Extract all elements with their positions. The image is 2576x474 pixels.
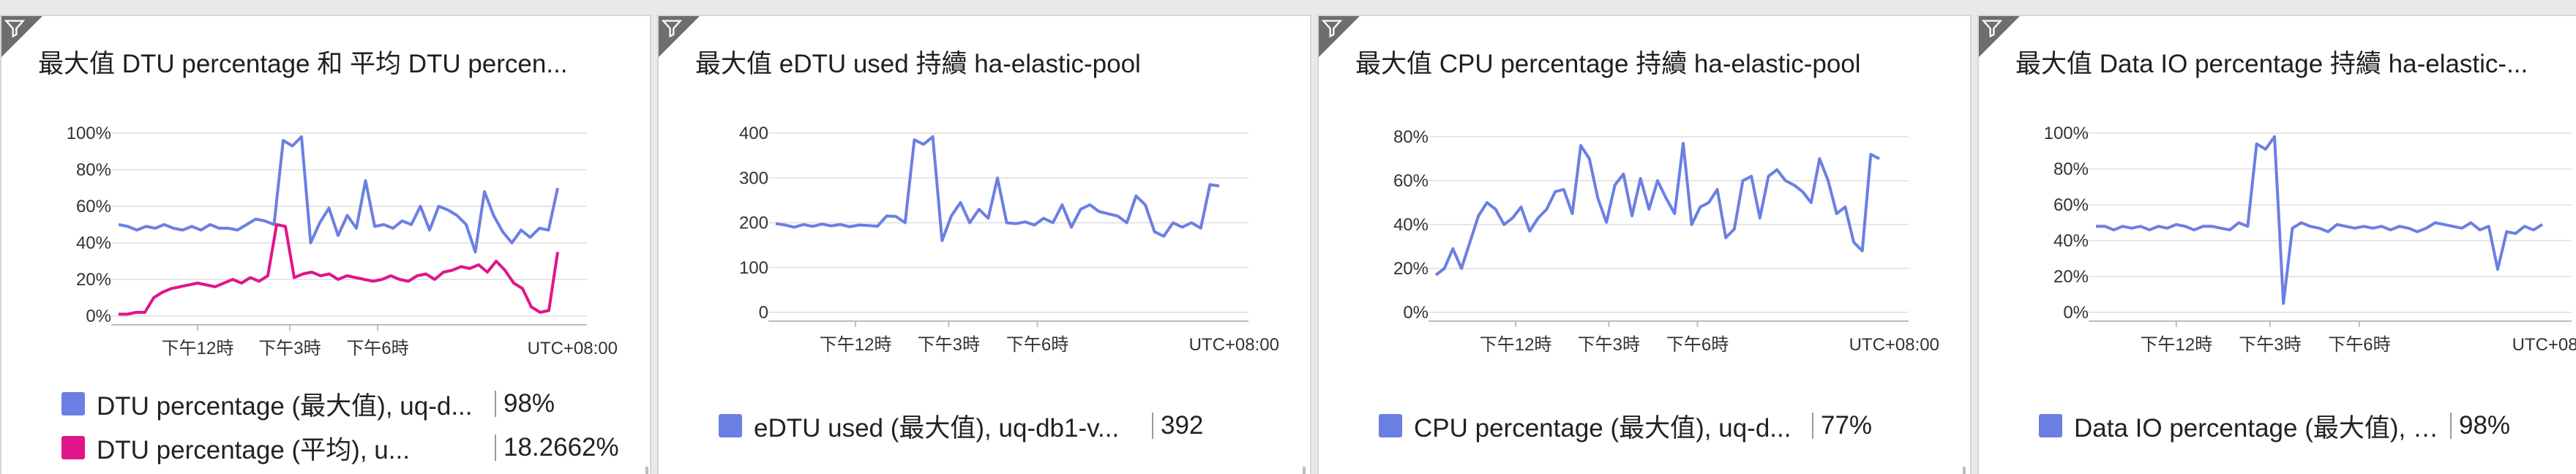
y-tick-label: 20% [1393,259,1429,279]
legend-value: 18.2662% [503,433,619,462]
legend-item[interactable]: CPU percentage (最大值), uq-d... 77% [1379,407,1963,444]
tile-title[interactable]: 最大值 DTU percentage 和 平均 DTU percen... [38,48,635,80]
filter-icon[interactable] [662,18,682,39]
tile-title[interactable]: 最大值 CPU percentage 持續 ha-elastic-pool [1355,48,1955,80]
legend-item[interactable]: eDTU used (最大值), uq-db1-v... 392 [719,407,1303,444]
legend-divider [1812,413,1813,439]
resize-handle[interactable] [1963,467,1966,474]
x-tick-label: 下午12時 [2140,335,2212,355]
legend-item[interactable]: DTU percentage (平均), u... 18.2662% [61,429,643,466]
y-tick-label: 0% [2063,303,2089,323]
y-tick-label: 0% [86,306,111,326]
series-line [1434,142,1880,276]
legend-series-name: DTU percentage (平均), u... [97,435,410,464]
x-tick-label: 下午12時 [162,339,234,358]
legend-value: 77% [1821,411,1873,440]
edtu-line-chart[interactable]: 400 300 200 100 0 下午12時 下午3時 下午6時 UTC+08:00 [659,111,1313,360]
legend-divider [1152,413,1153,439]
x-tick-label: 下午3時 [258,339,321,358]
legend-divider [495,391,496,417]
x-tick-label: 下午6時 [1666,335,1729,355]
legend-swatch [2039,414,2062,437]
y-tick-label: 100% [67,124,111,143]
dashboard-tile-cpu[interactable]: 最大值 CPU percentage 持續 ha-elastic-pool 80… [1317,15,1972,474]
filter-icon[interactable] [4,18,25,39]
legend-value: 392 [1161,411,1204,440]
y-tick-label: 60% [2053,195,2089,215]
x-tick-label: 下午3時 [2239,335,2301,355]
x-tick-label: 下午6時 [1006,335,1068,355]
x-tick-label: 下午6時 [346,339,408,358]
y-tick-label: 200 [739,214,768,233]
x-tick-label: 下午12時 [1480,335,1552,355]
y-tick-label: 80% [76,160,111,180]
x-tick-label: 下午3時 [918,335,980,355]
resize-handle[interactable] [645,467,648,474]
series-line [2096,135,2544,305]
y-tick-label: 0 [759,303,768,323]
y-tick-label: 40% [76,233,111,253]
y-tick-label: 100% [2044,124,2089,143]
cpu-line-chart[interactable]: 80% 60% 40% 20% 0% 下午12時 下午3時 下午6時 UTC+08:00 [1319,111,1973,360]
y-tick-label: 80% [1393,127,1429,147]
legend-divider [495,434,496,461]
y-tick-label: 20% [2053,267,2089,287]
timezone-label: UTC+08:00 [1189,335,1279,355]
legend-swatch [719,414,742,437]
y-tick-label: 40% [1393,215,1429,235]
y-tick-label: 0% [1403,303,1429,323]
timezone-label: UTC+08:00 [1849,335,1939,355]
y-tick-label: 100 [739,258,768,278]
series-line [119,223,559,316]
tile-title[interactable]: 最大值 Data IO percentage 持續 ha-elastic-... [2015,48,2561,80]
x-tick-label: 下午6時 [2328,335,2390,355]
legend-value: 98% [503,389,555,418]
dashboard-tile-dtu[interactable]: 最大值 DTU percentage 和 平均 DTU percen... 10… [0,15,651,474]
legend-swatch [61,436,85,459]
dataio-line-chart[interactable]: 100% 80% 60% 40% 20% 0% 下午12時 下午3時 下午6時 UTC+08:00 [1979,111,2576,360]
y-tick-label: 60% [76,197,111,217]
legend-series-name: DTU percentage (最大值), uq-d... [97,391,473,421]
dashboard-tile-dataio[interactable]: 最大值 Data IO percentage 持續 ha-elastic-...… [1977,15,2576,474]
series-line [118,135,559,254]
resize-handle[interactable] [1303,467,1306,474]
x-tick-label: 下午12時 [820,335,892,355]
y-tick-label: 60% [1393,171,1429,191]
y-tick-label: 40% [2053,231,2089,251]
legend-divider [2450,413,2452,439]
y-tick-label: 300 [739,168,768,188]
timezone-label: UTC+08:00 [528,339,618,358]
x-tick-label: 下午3時 [1578,335,1640,355]
filter-icon[interactable] [1322,18,1342,39]
series-line [775,135,1220,242]
dtu-line-chart[interactable]: 100% 80% 60% 40% 20% 0% 下午12時 下午3時 下午6時 UTC+08:00 [1,111,653,360]
legend-series-name: CPU percentage (最大值), uq-d... [1414,413,1791,443]
y-tick-label: 20% [76,270,111,290]
filter-icon[interactable] [1982,18,2002,39]
tile-title[interactable]: 最大值 eDTU used 持續 ha-elastic-pool [695,48,1295,80]
legend-swatch [61,392,85,415]
legend-value: 98% [2459,411,2511,440]
legend-swatch [1379,414,1402,437]
dashboard-tile-edtu[interactable]: 最大值 eDTU used 持續 ha-elastic-pool 400 300 2… [657,15,1311,474]
legend-item[interactable]: Data IO percentage (最大值), u... 98% [2039,407,2569,444]
legend-item[interactable]: DTU percentage (最大值), uq-d... 98% [61,385,643,422]
y-tick-label: 400 [739,124,768,143]
timezone-label: UTC+08:00 [2512,335,2576,355]
legend-series-name: eDTU used (最大值), uq-db1-v... [754,413,1120,443]
y-tick-label: 80% [2053,159,2089,179]
legend-series-name: Data IO percentage (最大值), u... [2074,413,2440,443]
